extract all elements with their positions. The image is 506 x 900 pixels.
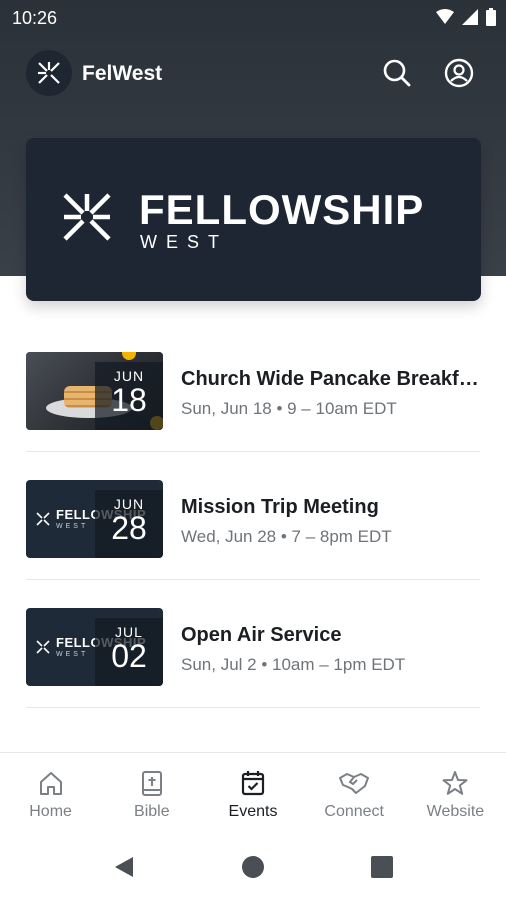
date-badge: JUN 18: [95, 362, 163, 430]
search-icon: [383, 59, 411, 87]
star-icon: [442, 771, 468, 795]
system-nav-bar: [0, 834, 506, 900]
nav-bible[interactable]: Bible: [101, 753, 202, 834]
nav-connect[interactable]: Connect: [304, 753, 405, 834]
bible-icon: [141, 771, 162, 796]
home-circle-icon[interactable]: [241, 855, 265, 879]
account-icon: [444, 58, 474, 88]
events-icon: [241, 771, 265, 796]
recents-icon[interactable]: [371, 856, 393, 878]
nav-label: Events: [228, 803, 278, 820]
nav-events[interactable]: Events: [202, 753, 303, 834]
date-day: 02: [111, 638, 147, 674]
status-time: 10:26: [12, 8, 58, 28]
date-badge: JUL 02: [95, 618, 163, 686]
event-item[interactable]: FELLOWSHIP WEST JUL 02 Open Air Service …: [0, 580, 506, 708]
battery-icon: [486, 8, 496, 26]
home-icon: [39, 772, 62, 795]
connect-icon: [339, 773, 370, 794]
app-logo[interactable]: [26, 50, 72, 96]
event-title: Church Wide Pancake Breakfast: [181, 368, 486, 390]
event-time: Sun, Jun 18 • 9 – 10am EDT: [181, 399, 397, 418]
nav-label: Home: [29, 803, 72, 820]
event-time: Wed, Jun 28 • 7 – 8pm EDT: [181, 527, 392, 546]
status-bar: 10:26: [0, 0, 506, 36]
date-badge: JUN 28: [95, 490, 163, 558]
nav-label: Website: [426, 803, 485, 820]
event-thumbnail: FELLOWSHIP WEST JUN 28: [26, 480, 163, 558]
fellowship-logo-icon: [38, 62, 60, 84]
fellowship-logo-icon: [63, 193, 111, 241]
hero-title: FELLOWSHIP: [139, 186, 425, 233]
nav-label: Connect: [324, 803, 384, 820]
event-thumbnail: JUN 18: [26, 352, 163, 430]
back-icon[interactable]: [113, 855, 135, 879]
bottom-nav: Home Bible Events Connect Website: [0, 752, 506, 834]
hero-subtitle: WEST: [140, 232, 228, 252]
event-time: Sun, Jul 2 • 10am – 1pm EDT: [181, 655, 406, 674]
event-title: Mission Trip Meeting: [181, 496, 379, 518]
nav-label: Bible: [134, 803, 170, 820]
event-title: Open Air Service: [181, 624, 342, 646]
search-button[interactable]: [382, 58, 412, 88]
date-day: 18: [111, 382, 147, 418]
app-bar: FelWest: [0, 46, 506, 102]
signal-icon: [462, 9, 478, 25]
status-icons: [436, 8, 496, 26]
fellowship-logo-icon: [36, 512, 50, 526]
event-item[interactable]: JUN 18 Church Wide Pancake Breakfast Sun…: [0, 324, 506, 452]
wifi-icon: [436, 9, 454, 24]
account-button[interactable]: [444, 58, 474, 88]
fellowship-logo-icon: [36, 640, 50, 654]
event-list: JUN 18 Church Wide Pancake Breakfast Sun…: [0, 324, 506, 708]
nav-website[interactable]: Website: [405, 753, 506, 834]
app-title: FelWest: [82, 62, 163, 85]
date-day: 28: [111, 510, 147, 546]
nav-home[interactable]: Home: [0, 753, 101, 834]
divider: [26, 707, 480, 708]
event-thumbnail: FELLOWSHIP WEST JUL 02: [26, 608, 163, 686]
event-item[interactable]: FELLOWSHIP WEST JUN 28 Mission Trip Meet…: [0, 452, 506, 580]
hero-banner[interactable]: FELLOWSHIP WEST: [26, 138, 481, 301]
